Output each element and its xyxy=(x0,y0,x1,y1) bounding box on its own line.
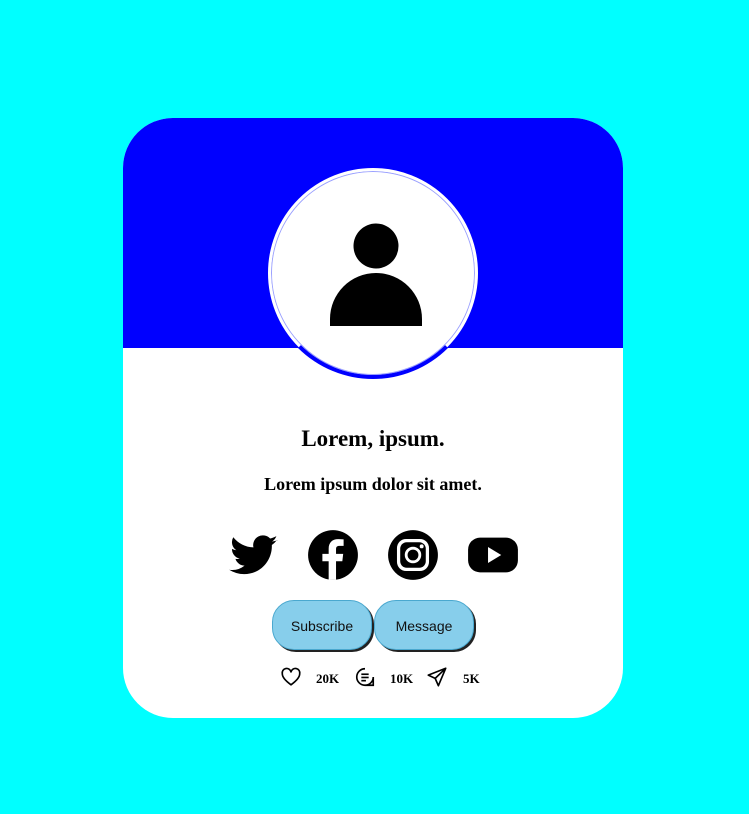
twitter-icon xyxy=(229,535,278,575)
stats-bar: 20K 10K 5K xyxy=(123,666,623,690)
profile-name: Lorem, ipsum. xyxy=(301,426,445,451)
shares-count: 5K xyxy=(463,671,480,686)
profile-tagline: Lorem ipsum dolor sit amet. xyxy=(264,474,482,494)
message-button[interactable]: Message xyxy=(374,600,474,650)
profile-card: Lorem, ipsum. Lorem ipsum dolor sit amet… xyxy=(123,118,623,718)
comments-count: 10K xyxy=(390,671,414,686)
avatar-ring xyxy=(267,167,479,379)
youtube-link[interactable] xyxy=(467,529,519,581)
subscribe-button[interactable]: Subscribe xyxy=(272,600,372,650)
likes-count: 20K xyxy=(316,671,340,686)
facebook-link[interactable] xyxy=(307,529,359,581)
instagram-link[interactable] xyxy=(387,529,439,581)
comment-icon[interactable] xyxy=(354,666,376,688)
heart-icon[interactable] xyxy=(280,666,302,688)
instagram-icon xyxy=(388,530,438,580)
youtube-icon xyxy=(468,537,518,573)
twitter-link[interactable] xyxy=(227,529,279,581)
facebook-icon xyxy=(308,530,358,580)
send-icon[interactable] xyxy=(426,666,448,688)
